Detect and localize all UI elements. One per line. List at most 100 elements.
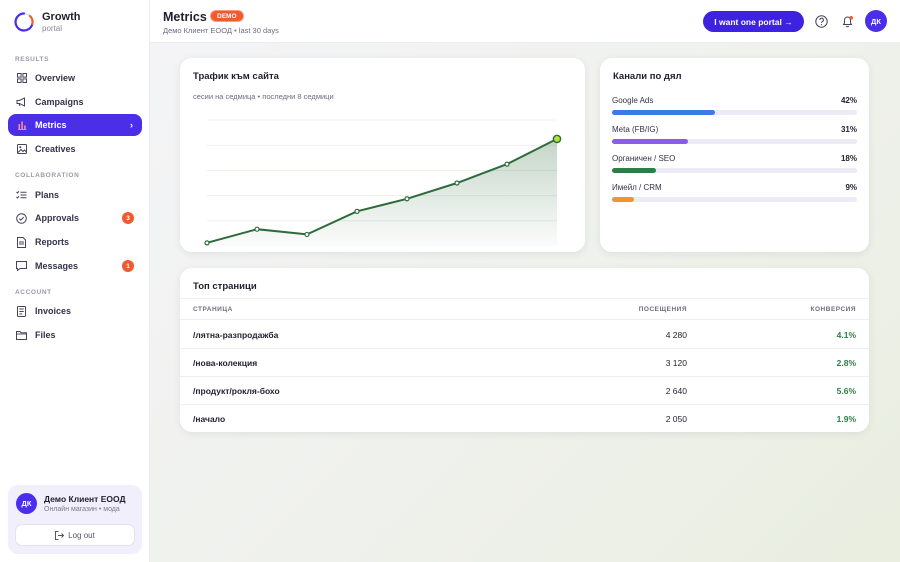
sidebar: Growth portal RESULTS Overview Campaigns… <box>0 0 150 562</box>
traffic-chart: C1C2C3C4C5C6C7C8 <box>204 119 562 246</box>
chart-point[interactable] <box>204 240 210 246</box>
chart-point[interactable] <box>304 231 310 238</box>
sidebar-item-plans[interactable]: Plans <box>8 184 142 206</box>
channel-label: Meta (FB/IG) <box>612 125 659 134</box>
table-row[interactable]: /продукт/рокля-бохо 2 640 5.6% <box>180 377 869 405</box>
page-visits: 4 280 <box>665 330 687 340</box>
channel-bar-track <box>612 110 857 115</box>
table-row[interactable]: /лятна-разпродажба 4 280 4.1% <box>180 321 869 349</box>
avatar[interactable]: ДК <box>16 493 37 514</box>
sidebar-item-label: Creatives <box>35 144 76 154</box>
channel-bar-fill <box>612 168 657 173</box>
channel-label: Органичен / SEO <box>612 154 676 163</box>
brand-sub: portal <box>42 23 63 33</box>
folder-icon <box>16 330 27 341</box>
channel-bar-track <box>612 197 857 202</box>
page-path: /продукт/рокля-бохо <box>193 386 280 396</box>
sidebar-item-campaigns[interactable]: Campaigns <box>8 91 142 113</box>
channels-title: Канали по дял <box>613 71 682 82</box>
page-path: /нова-колекция <box>193 358 258 368</box>
chat-icon <box>16 261 27 272</box>
megaphone-icon <box>16 97 27 108</box>
column-header-page: СТРАНИЦА <box>193 306 233 313</box>
sidebar-item-files[interactable]: Files <box>8 324 142 346</box>
chart-point[interactable] <box>552 134 562 144</box>
top-pages-card: Топ страници СТРАНИЦА ПОСЕЩЕНИЯ КОНВЕРСИ… <box>180 268 869 432</box>
channel-value: 18% <box>840 154 857 163</box>
channel-bar-track <box>612 139 857 144</box>
chart-point[interactable] <box>404 196 410 202</box>
chart-point[interactable] <box>454 180 460 186</box>
logout-label: Log out <box>68 530 95 540</box>
approvals-count-badge: 3 <box>122 212 134 224</box>
page-subtitle: Демо Клиент ЕООД • last 30 days <box>163 26 279 35</box>
sidebar-item-approvals[interactable]: Approvals 3 <box>8 207 142 229</box>
page-conversion: 4.1% <box>836 330 856 340</box>
chart-point[interactable] <box>504 161 510 167</box>
traffic-card: Трафик към сайта сесии на седмица • посл… <box>180 58 585 252</box>
main-area: Metrics DEMO Демо Клиент ЕООД • last 30 … <box>150 0 900 562</box>
table-header: СТРАНИЦА ПОСЕЩЕНИЯ КОНВЕРСИЯ <box>180 298 869 320</box>
user-subtitle: Онлайн магазин • мода <box>44 506 120 513</box>
want-portal-button[interactable]: I want one portal → <box>703 11 804 32</box>
messages-count-badge: 1 <box>122 260 134 272</box>
section-label-collaboration: COLLABORATION <box>15 172 80 179</box>
check-circle-icon <box>16 212 27 224</box>
sidebar-item-label: Plans <box>35 190 60 200</box>
page-conversion: 5.6% <box>836 386 856 396</box>
sidebar-item-label: Metrics <box>35 120 67 130</box>
channel-bar-track <box>612 168 857 173</box>
user-card: ДК Демо Клиент ЕООД Онлайн магазин • мод… <box>8 485 142 554</box>
channel-label: Имейл / CRM <box>612 183 662 192</box>
checklist-icon <box>16 190 27 201</box>
page-path: /лятна-разпродажба <box>193 330 279 340</box>
page-visits: 2 050 <box>665 414 687 424</box>
header-avatar[interactable]: ДК <box>865 10 887 32</box>
channel-bar-fill <box>612 139 688 144</box>
table-row[interactable]: /нова-колекция 3 120 2.8% <box>180 349 869 377</box>
sidebar-item-label: Reports <box>35 237 70 247</box>
column-header-conversion: КОНВЕРСИЯ <box>810 306 856 313</box>
document-icon <box>16 236 27 248</box>
top-header: Metrics DEMO Демо Клиент ЕООД • last 30 … <box>150 0 900 43</box>
chevron-right-icon: › <box>130 120 133 130</box>
sidebar-item-invoices[interactable]: Invoices <box>8 300 142 322</box>
brand-name: Growth <box>42 10 81 23</box>
sidebar-item-metrics[interactable]: Metrics › <box>8 114 142 136</box>
channels-card: Канали по дял Google Ads 42% Meta (FB/IG… <box>600 58 869 252</box>
page-title: Metrics <box>163 10 207 24</box>
page-visits: 3 120 <box>665 358 687 368</box>
invoice-icon <box>16 305 27 317</box>
notification-bell-icon[interactable] <box>839 13 855 29</box>
logout-icon <box>55 530 65 540</box>
top-pages-title: Топ страници <box>193 281 257 292</box>
brand[interactable]: Growth portal <box>13 11 81 33</box>
sidebar-item-label: Files <box>35 330 56 340</box>
page-path: /начало <box>193 414 226 424</box>
sidebar-item-creatives[interactable]: Creatives <box>8 138 142 160</box>
help-icon[interactable] <box>813 13 829 29</box>
sidebar-item-label: Messages <box>35 261 79 271</box>
sidebar-item-overview[interactable]: Overview <box>8 67 142 89</box>
sidebar-item-reports[interactable]: Reports <box>8 231 142 253</box>
channel-bar-fill <box>612 197 635 202</box>
logout-button[interactable]: Log out <box>15 524 135 546</box>
channel-value: 9% <box>845 183 857 192</box>
user-name: Демо Клиент ЕООД <box>44 494 126 504</box>
image-icon <box>16 144 27 155</box>
table-row[interactable]: /начало 2 050 1.9% <box>180 405 869 433</box>
sidebar-item-messages[interactable]: Messages 1 <box>8 255 142 277</box>
sidebar-item-label: Approvals <box>35 213 80 223</box>
chart-point[interactable] <box>254 226 260 232</box>
page-visits: 2 640 <box>665 386 687 396</box>
channel-label: Google Ads <box>612 96 654 105</box>
page-conversion: 1.9% <box>836 414 856 424</box>
sidebar-item-label: Invoices <box>35 306 72 316</box>
demo-badge: DEMO <box>210 10 244 22</box>
chart-point[interactable] <box>354 208 360 214</box>
channel-value: 31% <box>840 125 857 134</box>
channel-value: 42% <box>840 96 857 105</box>
section-label-account: ACCOUNT <box>15 289 52 296</box>
section-label-results: RESULTS <box>15 56 50 63</box>
bar-chart-icon <box>16 120 27 131</box>
